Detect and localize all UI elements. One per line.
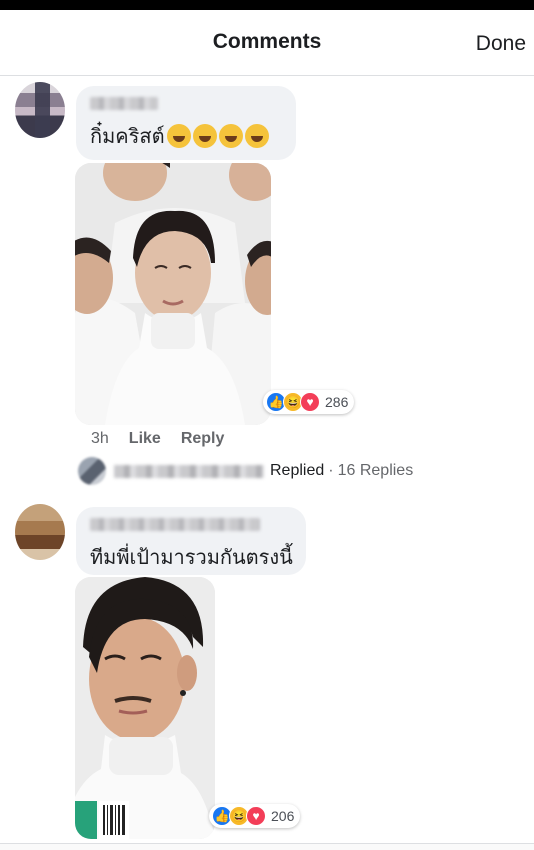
- comment-time: 3h: [91, 430, 109, 447]
- like-button[interactable]: Like: [129, 430, 161, 448]
- commenter-name-redacted: [90, 97, 158, 110]
- replies-count: 16 Replies: [337, 462, 414, 479]
- replied-label: Replied: [270, 462, 325, 479]
- status-bar: [0, 0, 534, 10]
- comment-composer-edge: [0, 843, 534, 850]
- comment-bubble[interactable]: ทีมพี่เป้ามารวมกันตรงนี้: [76, 507, 306, 575]
- avatar: [78, 457, 106, 485]
- laughing-emoji-icon: [192, 124, 217, 148]
- page-title: Comments: [212, 30, 322, 53]
- reactions-summary[interactable]: 👍 😆 ♥ 206: [209, 804, 301, 828]
- comment-photo[interactable]: [75, 163, 271, 425]
- done-button[interactable]: Done: [476, 32, 526, 56]
- portrait-collage-image: [75, 163, 271, 425]
- view-replies-link[interactable]: Replied · 16 Replies: [78, 455, 438, 487]
- avatar[interactable]: [15, 504, 65, 560]
- comment-text: กิ๋มคริสต์: [90, 120, 269, 152]
- reply-button[interactable]: Reply: [181, 430, 225, 448]
- comments-header: Comments Done: [0, 10, 534, 76]
- comment-actions: 3h Like Reply: [91, 430, 224, 448]
- love-reaction-icon: ♥: [246, 806, 266, 826]
- avatar[interactable]: [15, 82, 65, 138]
- comment-text: ทีมพี่เป้ามารวมกันตรงนี้: [90, 547, 293, 569]
- reaction-count: 286: [325, 394, 349, 410]
- laughing-emoji-icon: [218, 124, 243, 148]
- reactions-summary[interactable]: 👍 😆 ♥ 286: [263, 390, 355, 414]
- replier-name-redacted: [114, 464, 264, 478]
- reaction-count: 206: [271, 808, 295, 824]
- separator: ·: [328, 462, 334, 479]
- portrait-image: [75, 577, 215, 839]
- comment-bubble[interactable]: กิ๋มคริสต์: [76, 86, 296, 160]
- laughing-emoji-icon: [244, 124, 269, 148]
- love-reaction-icon: ♥: [300, 392, 320, 412]
- commenter-name-redacted: [90, 518, 260, 531]
- comment-photo[interactable]: [75, 577, 215, 839]
- laughing-emoji-icon: [166, 124, 191, 148]
